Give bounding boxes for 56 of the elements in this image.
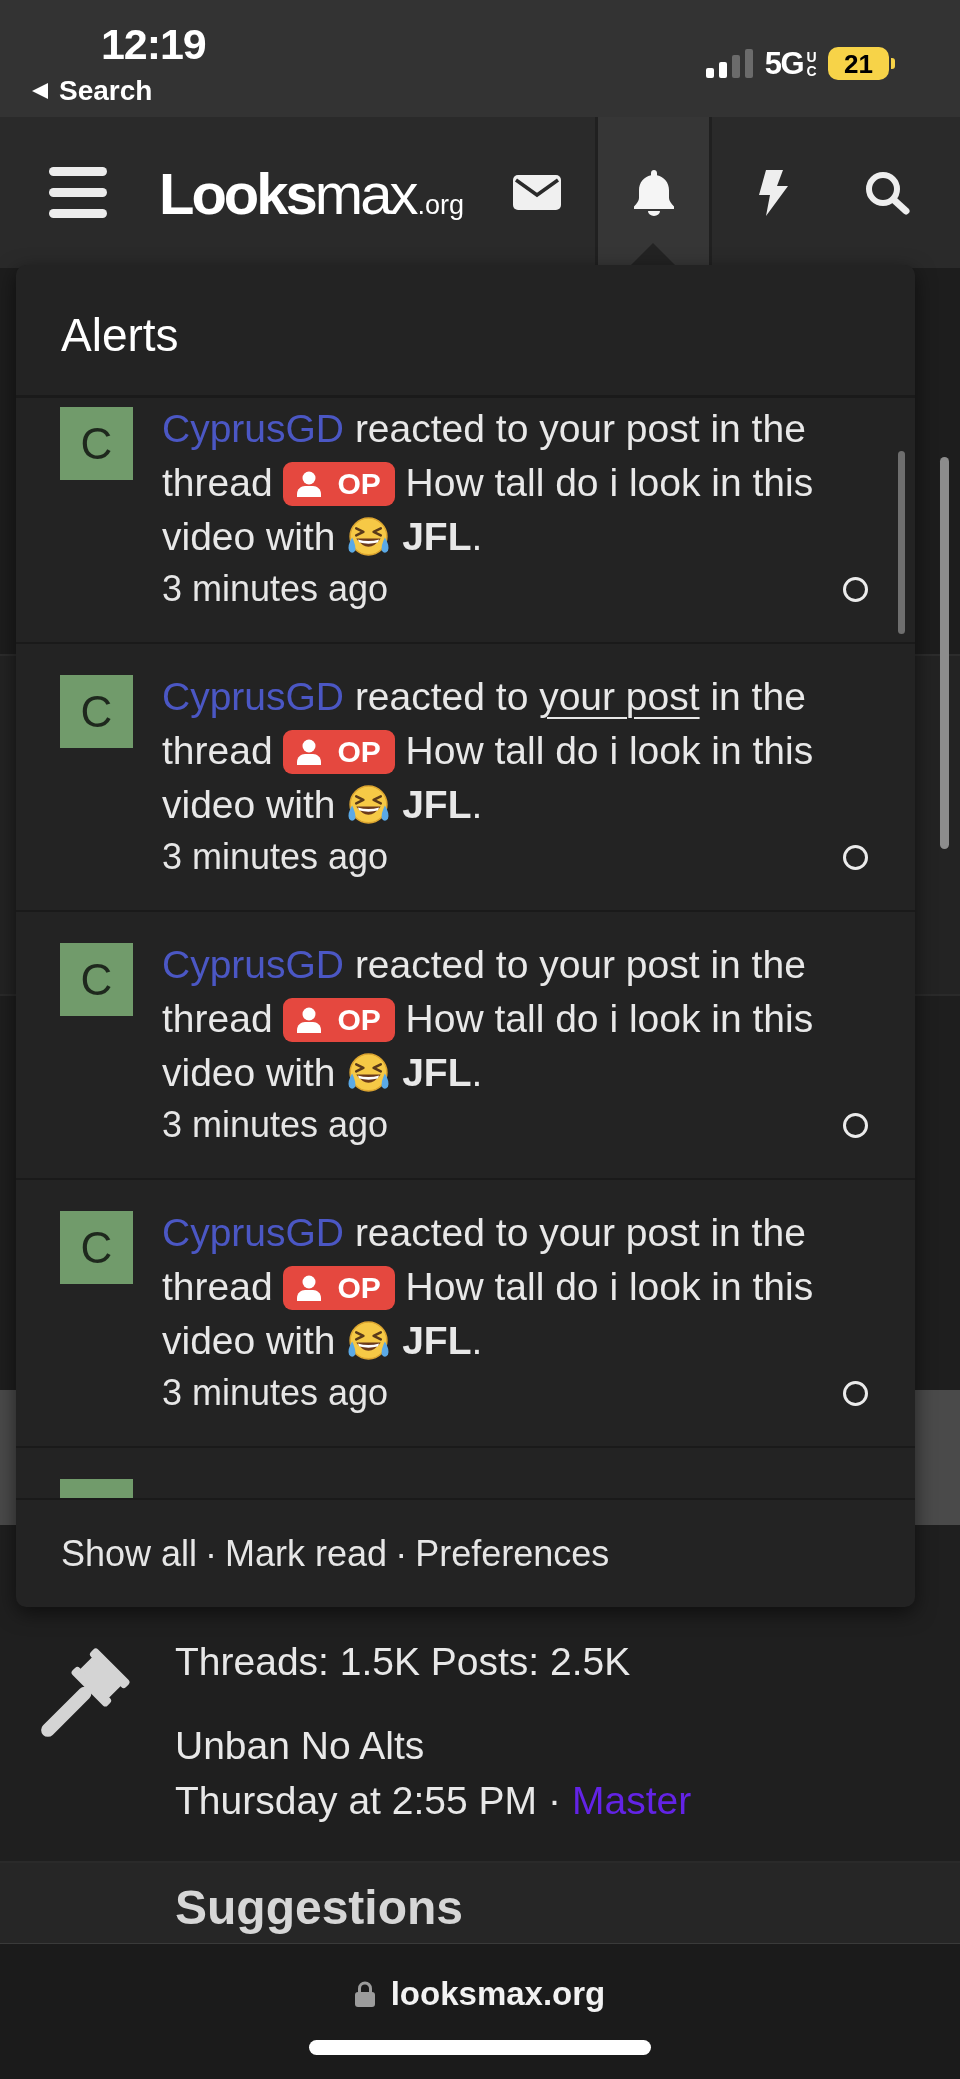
person-icon bbox=[297, 470, 322, 497]
link-separator: · bbox=[395, 1531, 408, 1576]
menu-icon bbox=[49, 167, 107, 218]
envelope-icon bbox=[512, 175, 561, 210]
alert-text: CyprusGD reacted to your post in the thread OP How tall do i look in this video with JFL. bbox=[162, 1210, 815, 1365]
person-icon bbox=[297, 738, 322, 765]
read-status-toggle[interactable] bbox=[843, 1380, 868, 1406]
post-link[interactable]: your post bbox=[539, 1211, 700, 1254]
read-status-toggle[interactable] bbox=[843, 844, 868, 870]
prefix-label: OP bbox=[337, 1272, 381, 1303]
status-time: 12:19 bbox=[101, 21, 206, 67]
popup-title: Alerts bbox=[61, 312, 179, 358]
alert-text: CyprusGD reacted to your post in the thread OP How tall do i look in this video with JFL. bbox=[162, 674, 815, 829]
user-avatar[interactable]: C bbox=[60, 1211, 133, 1284]
user-avatar[interactable]: C bbox=[60, 675, 133, 748]
footer-link[interactable]: Preferences bbox=[415, 1526, 610, 1581]
alert-time: 3 minutes ago bbox=[162, 571, 389, 607]
post-date: Thursday at 2:55 PM bbox=[175, 1777, 537, 1824]
network-subtype-label: UC bbox=[806, 49, 817, 78]
link-separator: · bbox=[205, 1531, 218, 1576]
separator-dot: · bbox=[548, 1777, 561, 1824]
prefix-label: OP bbox=[337, 736, 381, 767]
search-icon bbox=[865, 170, 911, 215]
alert-text: CyprusGD reacted to your post in the thread OP How tall do i look in this video with JFL. bbox=[162, 942, 815, 1097]
address-url[interactable]: looksmax.org bbox=[390, 1974, 606, 2014]
alert-text: CyprusGD reacted to your post in the thread OP How tall do i look in this video with JFL. bbox=[162, 406, 815, 561]
user-avatar[interactable]: C bbox=[60, 407, 133, 480]
network-type: 5G bbox=[764, 48, 803, 79]
battery-indicator: 21 bbox=[828, 47, 889, 80]
post-link[interactable]: your post bbox=[539, 675, 700, 718]
alert-time: 3 minutes ago bbox=[162, 1107, 389, 1143]
lock-icon bbox=[354, 1981, 375, 2007]
thread-link[interactable]: Unban No Alts bbox=[175, 1721, 692, 1771]
alert-time: 3 minutes ago bbox=[162, 1375, 389, 1411]
prefix-label: OP bbox=[337, 468, 381, 499]
read-status-toggle[interactable] bbox=[843, 1112, 868, 1138]
user-avatar[interactable]: C bbox=[60, 943, 133, 1016]
alerts-button[interactable] bbox=[595, 117, 712, 268]
lightning-bolt-icon bbox=[756, 169, 788, 216]
forum-stats: Threads: 1.5K Posts: 2.5K bbox=[175, 1639, 632, 1685]
battery-tip-icon bbox=[891, 58, 895, 69]
alert-time: 3 minutes ago bbox=[162, 839, 389, 875]
footer-link[interactable]: Mark read bbox=[225, 1526, 388, 1581]
person-icon bbox=[297, 1006, 322, 1033]
back-triangle-icon bbox=[32, 83, 48, 99]
site-logo[interactable]: Looksmax.org bbox=[159, 164, 464, 223]
signal-strength-icon bbox=[705, 49, 754, 78]
read-status-toggle[interactable] bbox=[843, 576, 868, 602]
post-link[interactable]: your post bbox=[539, 407, 700, 450]
bell-icon bbox=[631, 168, 676, 217]
forum-title-link[interactable]: Suggestions bbox=[175, 1883, 464, 1933]
prefix-label: OP bbox=[337, 1004, 381, 1035]
back-button[interactable]: Search bbox=[32, 76, 206, 106]
footer-link[interactable]: Show all bbox=[61, 1526, 198, 1581]
person-icon bbox=[297, 1274, 322, 1301]
post-link[interactable]: your post bbox=[539, 943, 700, 986]
